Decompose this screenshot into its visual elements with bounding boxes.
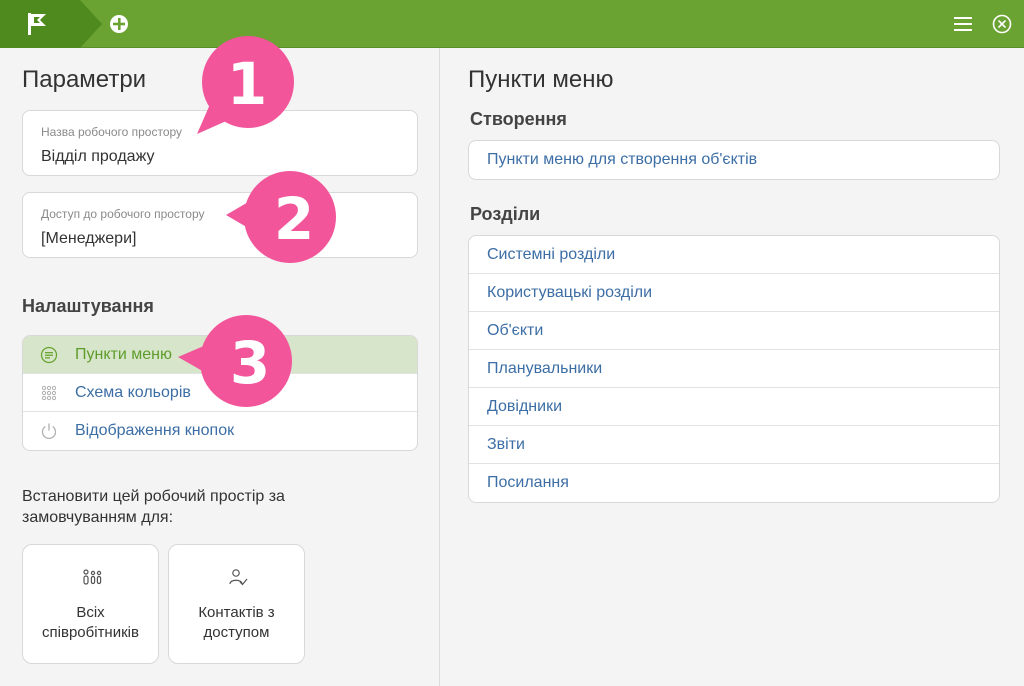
settings-item-label: Відображення кнопок — [75, 422, 235, 439]
default-card-label: Всіх співробітників — [42, 604, 139, 641]
workspace-access-value[interactable]: [Менеджери] — [41, 230, 136, 248]
callout-number: 3 — [229, 329, 271, 397]
default-card-employees[interactable]: Всіх співробітників — [22, 544, 159, 664]
flag-icon — [28, 13, 46, 35]
color-grid-icon — [41, 385, 57, 401]
menu-items-panel: Пункти меню Створення Пункти меню для ст… — [441, 48, 1024, 686]
section-item-schedulers[interactable]: Планувальники — [469, 350, 999, 388]
default-workspace-text: Встановити цей робочий простір за замовч… — [22, 488, 285, 526]
callout-number: 1 — [226, 50, 268, 118]
section-item-lookups[interactable]: Довідники — [469, 388, 999, 426]
section-item-label: Посилання — [487, 474, 569, 491]
close-circle-icon[interactable] — [991, 13, 1013, 35]
logo-box[interactable] — [0, 0, 80, 48]
callout-badge-1: 1 — [193, 30, 301, 134]
power-icon — [41, 423, 57, 439]
section-item-label: Довідники — [487, 398, 563, 415]
create-heading: Створення — [470, 109, 567, 129]
workspace-name-value[interactable]: Відділ продажу — [41, 148, 154, 166]
create-item-object-menu[interactable]: Пункти меню для створення об'єктів — [469, 141, 999, 179]
hamburger-menu-icon[interactable] — [952, 13, 974, 35]
employees-icon — [83, 569, 102, 585]
settings-heading: Налаштування — [22, 296, 154, 316]
settings-item-label: Схема кольорів — [75, 384, 191, 401]
section-item-label: Звіти — [487, 436, 525, 453]
create-list: Пункти меню для створення об'єктів — [468, 140, 1000, 180]
settings-item-label: Пункти меню — [75, 346, 172, 363]
workspace-name-label: Назва робочого простору — [41, 125, 183, 139]
menu-list-icon — [40, 346, 58, 364]
workspace-access-field[interactable]: Доступ до робочого простору [Менеджери] — [22, 192, 418, 258]
default-card-contacts[interactable]: Контактів з доступом — [168, 544, 305, 664]
logo-arrow — [80, 0, 102, 48]
settings-item-button-display[interactable]: Відображення кнопок — [23, 412, 417, 450]
callout-number: 2 — [273, 185, 315, 253]
section-item-objects[interactable]: Об'єкти — [469, 312, 999, 350]
top-bar — [0, 0, 1024, 48]
section-item-label: Планувальники — [487, 360, 603, 377]
parameters-title: Параметри — [22, 66, 147, 93]
callout-badge-3: 3 — [176, 311, 296, 413]
plus-circle-icon[interactable] — [108, 13, 130, 35]
sections-heading: Розділи — [470, 204, 541, 224]
section-item-reports[interactable]: Звіти — [469, 426, 999, 464]
create-item-label: Пункти меню для створення об'єктів — [487, 151, 758, 168]
section-item-label: Об'єкти — [487, 322, 544, 339]
callout-badge-2: 2 — [226, 167, 346, 269]
contact-access-icon — [229, 569, 248, 586]
default-card-label: Контактів з доступом — [198, 604, 275, 641]
menu-items-title: Пункти меню — [468, 66, 614, 93]
section-item-custom[interactable]: Користувацькі розділи — [469, 274, 999, 312]
section-item-links[interactable]: Посилання — [469, 464, 999, 502]
section-item-system[interactable]: Системні розділи — [469, 236, 999, 274]
sections-list: Системні розділи Користувацькі розділи О… — [468, 235, 1000, 503]
section-item-label: Користувацькі розділи — [487, 284, 653, 301]
section-item-label: Системні розділи — [487, 246, 616, 263]
workspace-access-label: Доступ до робочого простору — [41, 207, 205, 221]
